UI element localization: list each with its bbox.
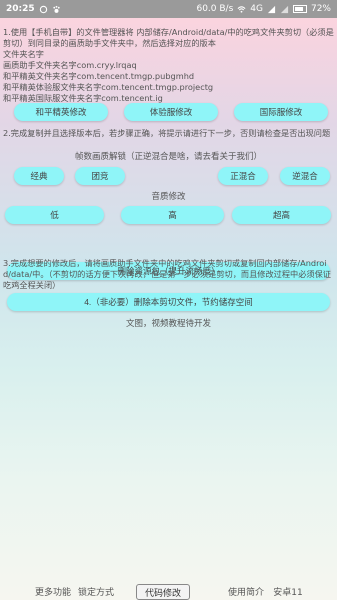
instruction-step-2: 2.完成复制并且选择版本后，若步骤正确，将提示请进行下一步，否则请检查是否出现问…: [3, 128, 331, 138]
battery-level: 72%: [310, 4, 331, 14]
elite-folder-name: 和平精英文件夹名字com.tencent.tmgp.pubgmhd: [3, 71, 195, 81]
wifi-icon: [237, 5, 246, 13]
code-modify-tab[interactable]: 代码修改: [136, 584, 190, 600]
status-time: 20:25: [6, 4, 35, 14]
notification-icon: [39, 5, 47, 13]
instruction-step-1: 1.使用【手机自带】的文件管理器将 内部储存/Android/data/中的吃鸡…: [3, 27, 334, 48]
international-modify-button[interactable]: 国际服修改: [234, 103, 328, 121]
signal-icon: [267, 5, 276, 13]
experience-modify-button[interactable]: 体验服修改: [124, 103, 218, 121]
android-version-tab[interactable]: 安卓11: [270, 584, 306, 598]
instruction-step-3: 3.完成想要的修改后，请将画质助手文件夹中的吃鸡文件夹剪切或复制回内部储存/An…: [3, 258, 331, 290]
network-speed: 60.0 B/s: [196, 4, 234, 14]
battery-icon: [292, 5, 307, 13]
paw-icon: [53, 5, 60, 13]
signal-icon-2: [280, 5, 289, 13]
elite-modify-button[interactable]: 和平精英修改: [14, 103, 108, 121]
delete-cut-file-button[interactable]: 4.（非必要）删除本剪切文件，节约储存空间: [7, 293, 330, 311]
network-type: 4G: [250, 4, 263, 14]
team-button[interactable]: 团竞: [75, 167, 125, 185]
tutorial-note: 文图，视频教程待开发: [125, 319, 211, 329]
audio-low-button[interactable]: 低: [5, 206, 104, 224]
audio-high-button[interactable]: 高: [121, 206, 224, 224]
forward-mix-button[interactable]: 正混合: [218, 167, 268, 185]
audio-modify-title: 音质修改: [151, 192, 186, 202]
status-bar: 20:25 60.0 B/s 4G 72%: [0, 0, 337, 18]
assistant-folder-name: 画质助手文件夹名字com.cryy.lrqaq: [3, 60, 137, 70]
classic-button[interactable]: 经典: [14, 167, 64, 185]
bottom-nav: 更多功能 锁定方式 代码修改 使用简介 安卓11: [0, 582, 337, 600]
frame-unlock-title: 帧数画质解锁（正逆混合是啥，请去看关于我们）: [74, 152, 262, 162]
folder-name-label: 文件夹名字: [3, 49, 44, 59]
lock-method-tab[interactable]: 锁定方式: [76, 584, 116, 598]
reverse-mix-button[interactable]: 逆混合: [280, 167, 330, 185]
usage-intro-tab[interactable]: 使用简介: [226, 584, 266, 598]
experience-folder-name: 和平精英体验服文件夹名字com.tencent.tmgp.projectg: [3, 82, 214, 92]
audio-ultra-button[interactable]: 超高: [232, 206, 331, 224]
more-features-tab[interactable]: 更多功能: [33, 584, 73, 598]
